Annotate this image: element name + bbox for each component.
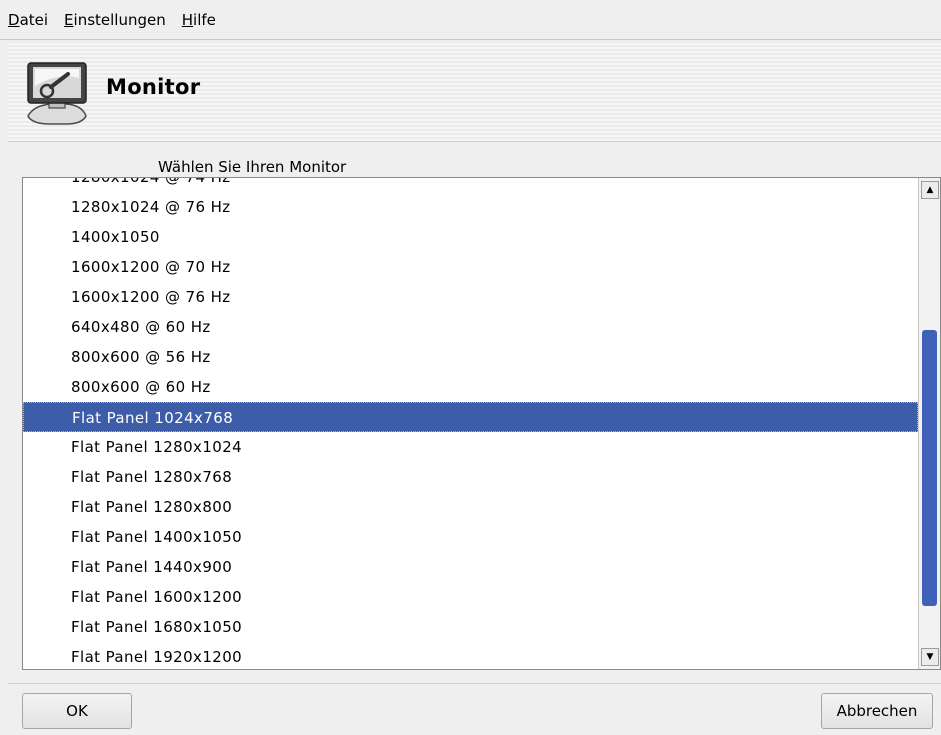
menu-einstellungen[interactable]: Einstellungen: [64, 11, 166, 29]
menu-hilfe[interactable]: Hilfe: [182, 11, 216, 29]
list-item[interactable]: 1400x1050: [23, 222, 918, 252]
monitor-settings-icon: [27, 62, 87, 125]
monitor-list[interactable]: 1280x1024 @ 74 Hz 1280x1024 @ 76 Hz 1400…: [22, 177, 941, 670]
list-item[interactable]: Flat Panel 1920x1200: [23, 642, 918, 669]
arrow-up-icon: ▲: [926, 185, 934, 195]
menu-datei[interactable]: Datei: [8, 11, 48, 29]
menu-bar: Datei Einstellungen Hilfe: [0, 0, 941, 40]
list-item[interactable]: Flat Panel 1440x900: [23, 552, 918, 582]
scroll-up-button[interactable]: ▲: [921, 181, 939, 199]
list-item[interactable]: 1600x1200 @ 76 Hz: [23, 282, 918, 312]
ok-button[interactable]: OK: [22, 693, 132, 729]
monitor-list-items: 1280x1024 @ 74 Hz 1280x1024 @ 76 Hz 1400…: [23, 178, 918, 669]
cancel-button[interactable]: Abbrechen: [821, 693, 933, 729]
list-item[interactable]: 1280x1024 @ 74 Hz: [23, 178, 918, 192]
scroll-down-button[interactable]: ▼: [921, 648, 939, 666]
page-title: Monitor: [106, 75, 201, 99]
list-item-selected[interactable]: Flat Panel 1024x768: [23, 402, 918, 432]
scroll-thumb[interactable]: [922, 330, 937, 606]
list-item[interactable]: Flat Panel 1280x768: [23, 462, 918, 492]
list-item[interactable]: 640x480 @ 60 Hz: [23, 312, 918, 342]
list-item[interactable]: Flat Panel 1680x1050: [23, 612, 918, 642]
list-item[interactable]: 800x600 @ 56 Hz: [23, 342, 918, 372]
list-item[interactable]: Flat Panel 1400x1050: [23, 522, 918, 552]
list-item[interactable]: Flat Panel 1280x800: [23, 492, 918, 522]
list-item[interactable]: Flat Panel 1280x1024: [23, 432, 918, 462]
list-item[interactable]: 1600x1200 @ 70 Hz: [23, 252, 918, 282]
list-item[interactable]: 1280x1024 @ 76 Hz: [23, 192, 918, 222]
arrow-down-icon: ▼: [926, 652, 934, 662]
divider: [8, 683, 941, 684]
header-banner: Monitor: [8, 42, 941, 142]
list-item[interactable]: Flat Panel 1600x1200: [23, 582, 918, 612]
list-item[interactable]: 800x600 @ 60 Hz: [23, 372, 918, 402]
list-label: Wählen Sie Ihren Monitor: [158, 158, 347, 176]
vertical-scrollbar[interactable]: ▲ ▼: [918, 178, 940, 669]
